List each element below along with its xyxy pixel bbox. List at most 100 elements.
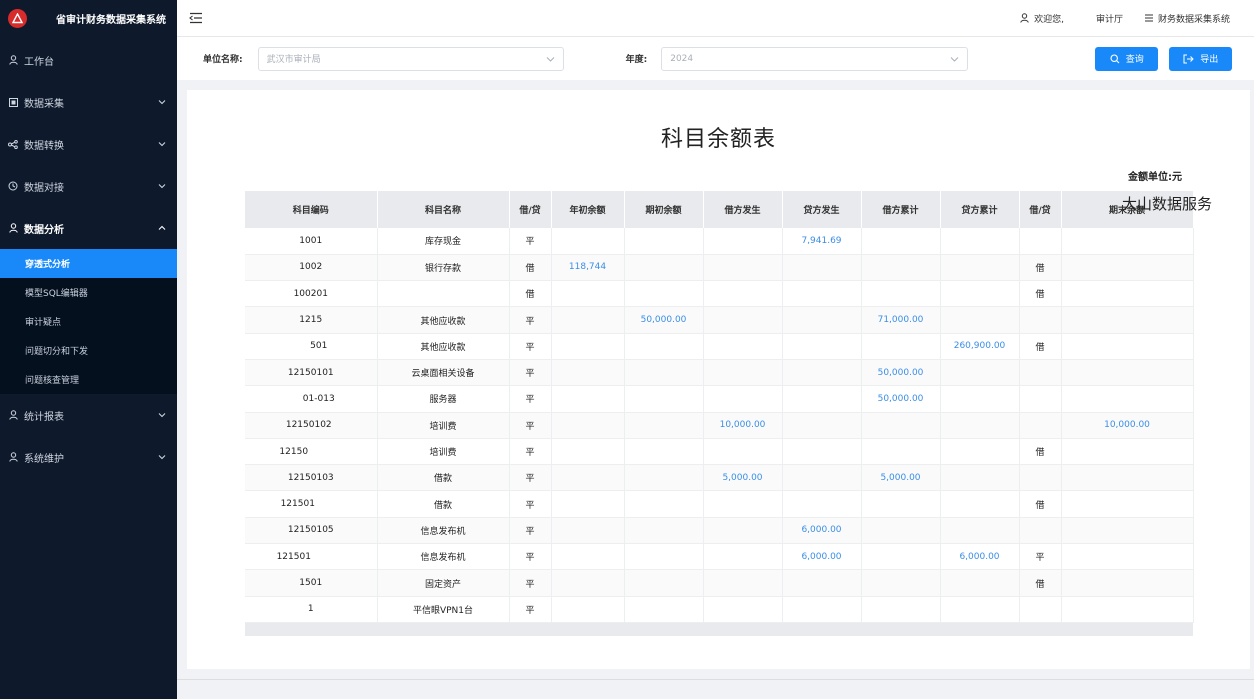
submenu-item-audit-doubts[interactable]: 审计疑点 [0,307,177,336]
table-cell [940,228,1020,255]
table-cell: 12150103 [245,464,378,492]
user-icon [8,410,18,420]
table-cell: 平 [509,333,552,360]
column-header: 贷方累计 [940,191,1020,228]
table-cell [1061,385,1194,413]
table-cell: 固定资产 [377,569,510,597]
submenu-item-penetration-analysis[interactable]: 穿透式分析 [0,249,177,278]
table-cell [861,280,941,308]
table-cell [551,306,625,334]
menu-fold-icon[interactable] [189,12,203,24]
table-row[interactable]: 12150105 信息发布机平 6,000.00 [245,517,1194,545]
table-cell [782,280,862,308]
table-cell: 6,000.00 [782,543,862,571]
table-cell [1061,306,1194,334]
table-cell [1019,412,1062,439]
table-cell: 1 [245,596,378,623]
table-cell [1019,517,1062,545]
sidebar-item-data-analysis[interactable]: 数据分析 [0,207,177,249]
table-cell [703,254,783,282]
table-row[interactable]: 121501 借款平 借 [245,490,1194,518]
export-button[interactable]: 导出 [1169,46,1233,71]
table-cell [703,543,783,571]
chevron-down-icon [158,455,166,460]
user-icon [8,55,18,65]
table-row[interactable]: 100201 借 借 [245,280,1194,308]
table-cell [861,490,941,518]
table-cell [551,228,625,255]
table-cell: 平 [509,596,552,623]
table-cell [551,280,625,308]
table-cell: 1215 [245,306,378,334]
unit-select[interactable]: 武汉市审计局 [257,46,564,71]
table-cell [624,596,704,623]
table-cell: 云桌面相关设备 [377,359,510,387]
table-scrollbar[interactable] [245,623,1193,636]
table-row[interactable]: 12150101 云桌面相关设备平 50,000.00 [245,359,1194,387]
system-switch[interactable]: 财务数据采集系统 [1144,12,1230,25]
column-header: 期初余额 [624,191,704,228]
sidebar-item-reports[interactable]: 统计报表 [0,394,177,436]
table-cell [624,438,704,466]
table-cell [861,438,941,466]
table-cell [624,359,704,387]
year-label: 年度: [625,55,648,65]
user-icon [8,223,18,233]
sidebar-item-system[interactable]: 系统维护 [0,436,177,478]
table-cell [551,385,625,413]
submenu-item-issue-verify[interactable]: 问题核查管理 [0,365,177,394]
list-icon [1144,14,1153,22]
table-cell: 其他应收款 [377,333,510,360]
table-cell [1061,596,1194,623]
bottom-divider [177,679,1254,680]
table-cell [551,596,625,623]
system-text: 财务数据采集系统 [1157,14,1230,25]
table-cell: 71,000.00 [861,306,941,334]
table-cell: 10,000.00 [703,412,783,439]
table-cell [1061,333,1194,360]
table-cell: 平 [509,517,552,545]
submenu-item-sql-editor[interactable]: 模型SQL编辑器 [0,278,177,307]
table-row[interactable]: 1215 其他应收款平 50,000.00 71,000.00 [245,306,1194,334]
table-cell: 6,000.00 [782,517,862,545]
header-right: 欢迎您, 审计厅 财务数据采集系统 [998,12,1254,25]
sidebar-item-label: 系统维护 [24,453,64,465]
table-cell: 501 [245,333,378,360]
table-cell [861,254,941,282]
table-cell [1061,517,1194,545]
table-row[interactable]: 12150102 培训费平 10,000.00 10,000.00 [245,412,1194,439]
year-select[interactable]: 2024 [661,46,969,71]
sidebar-item-label: 数据对接 [24,182,64,194]
table-cell [940,306,1020,334]
table-row[interactable]: 12150103 借款平 5,000.00 5,000.00 [245,464,1194,492]
table-cell: 平 [509,385,552,413]
table-row[interactable]: 1002 银行存款借 118,744 借 [245,254,1194,282]
welcome-user[interactable]: 欢迎您, [1020,12,1064,25]
table-cell: 借 [1019,333,1062,360]
table-row[interactable]: 501 其他应收款平 260,900.00 借 [245,333,1194,360]
table-cell [861,569,941,597]
table-cell: 1001 [245,228,378,255]
sidebar-item-workbench[interactable]: 工作台 [0,39,177,81]
table-row[interactable]: 121501 信息发布机平 6,000.00 6,000.00 平 [245,543,1194,571]
submenu-item-issue-dispatch[interactable]: 问题切分和下发 [0,336,177,365]
table-cell [940,385,1020,413]
table-cell [782,569,862,597]
table-cell [1019,464,1062,492]
table-row[interactable]: 1001 库存现金平 7,941.69 [245,228,1194,255]
table-row[interactable]: 01-013 服务器平 50,000.00 [245,385,1194,413]
sidebar-item-data-docking[interactable]: 数据对接 [0,165,177,207]
table-row[interactable]: 12150 培训费平 借 [245,438,1194,466]
sidebar-item-data-transform[interactable]: 数据转换 [0,123,177,165]
table-cell: 平 [509,543,552,571]
table-row[interactable]: 1 平信眼VPN1台平 [245,596,1194,623]
chevron-down-icon [546,56,554,62]
sidebar-item-data-collection[interactable]: 数据采集 [0,81,177,123]
org-name: 审计厅 [1096,12,1123,25]
table-body: 1001 库存现金平 7,941.69 1002 银行存款借 118,744 借 100201… [245,228,1194,623]
column-header: 借/贷 [1019,191,1062,228]
query-button[interactable]: 查询 [1095,46,1159,71]
table-cell: 服务器 [377,385,510,413]
table-row[interactable]: 1501 固定资产平 借 [245,569,1194,597]
table-cell [551,438,625,466]
